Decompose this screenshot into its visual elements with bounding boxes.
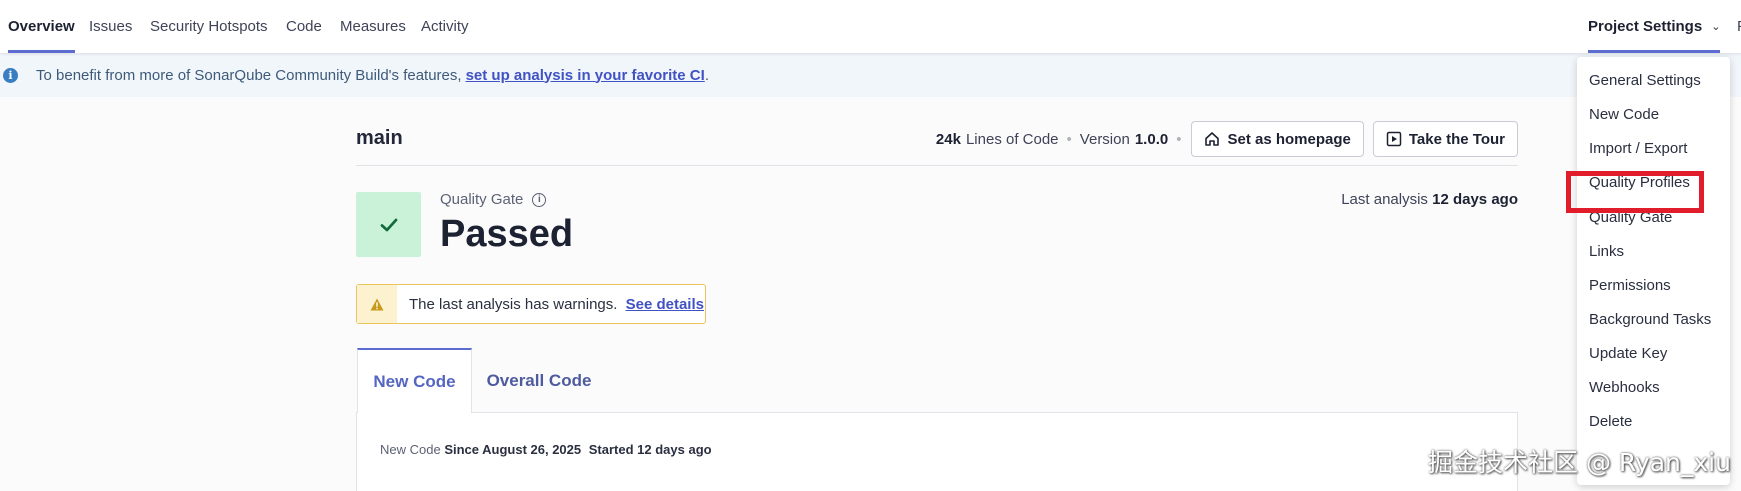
menu-item-webhooks[interactable]: Webhooks [1589,376,1660,398]
menu-item-background-tasks[interactable]: Background Tasks [1589,308,1711,330]
project-settings-dropdown: General Settings New Code Import / Expor… [1577,57,1730,485]
tab-partially-visible[interactable]: P [1737,0,1741,53]
project-settings-menu[interactable]: Project Settings ⌄ [1588,0,1721,53]
new-code-started: Started 12 days ago [588,442,712,457]
watermark: 掘金技术社区 @ Ryan_xiu [1428,448,1731,477]
info-banner: i To benefit from more of SonarQube Comm… [0,53,1741,97]
take-tour-button[interactable]: Take the Tour [1372,121,1518,157]
take-tour-label: Take the Tour [1408,130,1505,148]
new-code-period: New Code Since August 26, 2025 Started 1… [380,442,712,457]
quality-gate-status: Passed [440,213,574,255]
set-homepage-button[interactable]: Set as homepage [1191,121,1364,157]
tab-security-hotspots[interactable]: Security Hotspots [150,0,268,53]
separator-dot: • [1176,130,1182,148]
project-settings-label: Project Settings [1588,18,1703,35]
home-icon [1205,132,1220,146]
checkmark-icon [380,218,397,231]
menu-item-quality-profiles[interactable]: Quality Profiles [1589,171,1690,193]
tab-activity[interactable]: Activity [421,0,469,53]
new-code-period-label: New Code [380,442,441,457]
quality-gate-label: Quality Gate i [440,191,547,208]
info-icon: i [3,67,18,83]
menu-item-quality-gate[interactable]: Quality Gate [1589,206,1672,228]
tab-overall-code[interactable]: Overall Code [474,348,604,413]
new-code-since: Since August 26, 2025 [444,442,582,457]
tab-new-code[interactable]: New Code [357,348,472,413]
version-label: Version [1079,130,1130,148]
last-analysis-value: 12 days ago [1432,191,1518,208]
code-tabs-section: New Code Overall Code New Code Since Aug… [356,348,1518,491]
last-analysis: Last analysis 12 days ago [1341,191,1518,208]
project-meta: 24k Lines of Code • Version 1.0.0 • Set … [936,121,1518,157]
tab-issues[interactable]: Issues [89,0,132,53]
warning-text: The last analysis has warnings. [409,295,618,313]
warning-icon [370,298,384,310]
quality-gate-status-box [356,192,421,257]
chevron-down-icon: ⌄ [1711,21,1721,33]
tab-measures[interactable]: Measures [340,0,406,53]
menu-item-update-key[interactable]: Update Key [1589,342,1667,364]
banner-text: To benefit from more of SonarQube Commun… [36,66,462,84]
quality-gate-label-text: Quality Gate [440,191,524,208]
play-icon [1386,131,1402,147]
branch-name: main [356,127,403,149]
tab-code[interactable]: Code [286,0,322,53]
loc-value: 24k [935,130,961,148]
help-icon[interactable]: i [532,192,547,207]
set-homepage-label: Set as homepage [1227,130,1351,148]
divider [356,165,1518,166]
warning-alert: The last analysis has warnings. See deta… [356,284,706,324]
version-value: 1.0.0 [1134,130,1169,148]
main-content: main 24k Lines of Code • Version 1.0.0 •… [356,97,1518,491]
warning-icon-container [357,285,397,323]
tab-overview[interactable]: Overview [8,0,75,53]
see-details-link[interactable]: See details [626,296,704,313]
separator-dot: • [1066,130,1072,148]
menu-item-delete[interactable]: Delete [1589,410,1632,432]
menu-item-general-settings[interactable]: General Settings [1589,69,1701,91]
top-navigation: Overview Issues Security Hotspots Code M… [0,0,1741,53]
banner-suffix: . [704,66,709,84]
menu-item-new-code[interactable]: New Code [1589,103,1659,125]
warning-text-wrap: The last analysis has warnings. See deta… [409,296,704,313]
setup-ci-link[interactable]: set up analysis in your favorite CI [466,67,705,84]
menu-item-links[interactable]: Links [1589,240,1624,262]
last-analysis-label: Last analysis [1341,191,1428,208]
menu-item-permissions[interactable]: Permissions [1589,274,1671,296]
loc-label: Lines of Code [965,130,1059,148]
menu-item-import-export[interactable]: Import / Export [1589,137,1687,159]
